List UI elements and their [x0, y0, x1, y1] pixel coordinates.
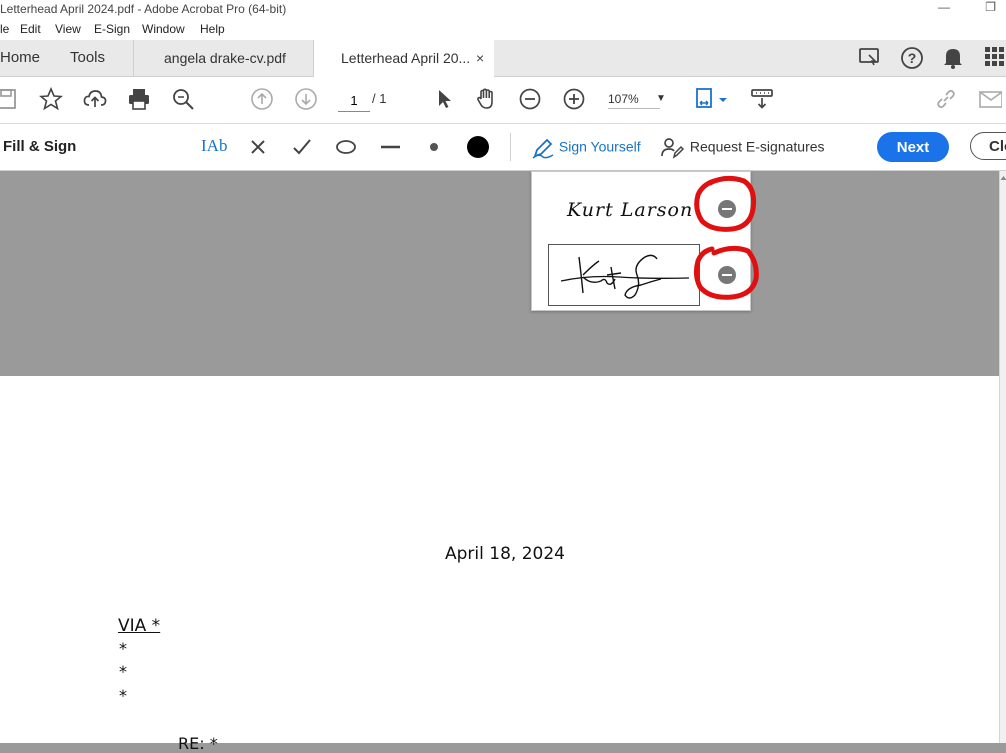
restore-button[interactable]: ❐: [985, 0, 996, 14]
signature-drawing: [560, 254, 690, 299]
toolbar-divider: [510, 133, 511, 161]
sign-yourself-label: Sign Yourself: [558, 138, 641, 155]
pen-sign-icon: [532, 138, 554, 159]
svg-text:?: ?: [908, 50, 917, 66]
saved-handwritten-signature[interactable]: [548, 244, 700, 306]
keyboard-scroll-icon[interactable]: [750, 87, 774, 111]
cross-mark-icon[interactable]: [249, 135, 267, 159]
request-esignatures-label: Request E-signatures: [689, 138, 825, 155]
cloud-upload-icon[interactable]: [83, 87, 107, 111]
main-toolbar: / 1 107% ▼: [0, 77, 1006, 124]
fit-page-icon[interactable]: [694, 87, 718, 111]
red-annotation-circles: [693, 175, 759, 300]
fit-page-dropdown-icon[interactable]: [717, 93, 729, 117]
check-mark-icon[interactable]: [292, 135, 312, 159]
letter-re-line: RE: *: [178, 734, 218, 753]
next-button[interactable]: Next: [877, 132, 949, 162]
line-tool-icon[interactable]: [380, 135, 402, 159]
close-fill-sign-button[interactable]: Clo: [970, 132, 1006, 160]
sign-yourself-button[interactable]: Sign Yourself: [531, 136, 641, 160]
email-icon[interactable]: [978, 87, 1003, 111]
title-bar: Letterhead April 2024.pdf - Adobe Acroba…: [0, 0, 1006, 19]
menu-file[interactable]: le: [0, 22, 9, 36]
next-page-icon[interactable]: [294, 87, 318, 111]
page-total: / 1: [372, 91, 387, 106]
minimize-button[interactable]: —: [938, 0, 950, 14]
address-line-1: *: [119, 639, 127, 658]
window-title: Letterhead April 2024.pdf - Adobe Acroba…: [0, 2, 287, 16]
zoom-in-icon[interactable]: [562, 87, 586, 111]
menu-view[interactable]: View: [55, 22, 81, 36]
tab-bar: Home Tools angela drake-cv.pdf Letterhea…: [0, 40, 1006, 77]
letter-via: VIA *: [118, 616, 161, 636]
request-signature-icon: [661, 138, 685, 159]
help-icon[interactable]: ?: [900, 46, 924, 75]
ellipse-tool-icon[interactable]: [335, 135, 357, 159]
menu-bar: le Edit View E-Sign Window Help: [0, 19, 1006, 40]
tab-home[interactable]: Home: [0, 40, 40, 76]
zoom-out-icon[interactable]: [518, 87, 542, 111]
dot-tool-icon[interactable]: [426, 135, 442, 159]
color-picker-icon[interactable]: [466, 135, 490, 159]
address-line-3: *: [119, 686, 127, 705]
menu-window[interactable]: Window: [142, 22, 185, 36]
menu-esign[interactable]: E-Sign: [94, 22, 130, 36]
star-icon[interactable]: [38, 86, 64, 111]
zoom-dropdown-icon[interactable]: ▼: [656, 93, 666, 104]
link-icon[interactable]: [934, 87, 958, 111]
hand-tool-icon[interactable]: [474, 87, 498, 111]
notifications-bell-icon[interactable]: [942, 46, 964, 75]
apps-grid-icon[interactable]: [984, 46, 1006, 73]
tab-angela-drake-cv[interactable]: angela drake-cv.pdf: [133, 40, 311, 76]
letter-date: April 18, 2024: [445, 544, 565, 564]
add-text-tool[interactable]: IAb: [201, 136, 227, 160]
previous-page-icon[interactable]: [250, 87, 274, 111]
request-esignatures-button[interactable]: Request E-signatures: [660, 136, 825, 160]
fill-sign-toolbar: Fill & Sign IAb Sign Yourself Request E-…: [0, 124, 1006, 171]
share-screen-icon[interactable]: [858, 46, 882, 73]
tab-letterhead-label: Letterhead April 20...: [341, 50, 471, 66]
select-cursor-icon[interactable]: [433, 87, 457, 111]
tab-letterhead[interactable]: Letterhead April 20... ×: [313, 40, 494, 77]
pdf-page[interactable]: April 18, 2024 VIA * * * * RE: *: [0, 376, 999, 753]
save-icon[interactable]: [0, 87, 18, 111]
zoom-search-icon[interactable]: [171, 87, 195, 111]
fill-sign-title: Fill & Sign: [3, 138, 77, 155]
page-number-input[interactable]: [338, 89, 370, 112]
address-line-2: *: [119, 662, 127, 681]
vertical-scrollbar[interactable]: [999, 171, 1006, 743]
menu-help[interactable]: Help: [200, 22, 225, 36]
saved-name-signature[interactable]: Kurt Larson: [567, 199, 693, 221]
zoom-level-select[interactable]: 107%: [608, 92, 660, 109]
print-icon[interactable]: [127, 87, 151, 111]
menu-edit[interactable]: Edit: [20, 22, 41, 36]
tab-close-icon[interactable]: ×: [476, 40, 484, 76]
document-canvas-background: [0, 171, 999, 376]
tab-tools[interactable]: Tools: [70, 40, 105, 76]
